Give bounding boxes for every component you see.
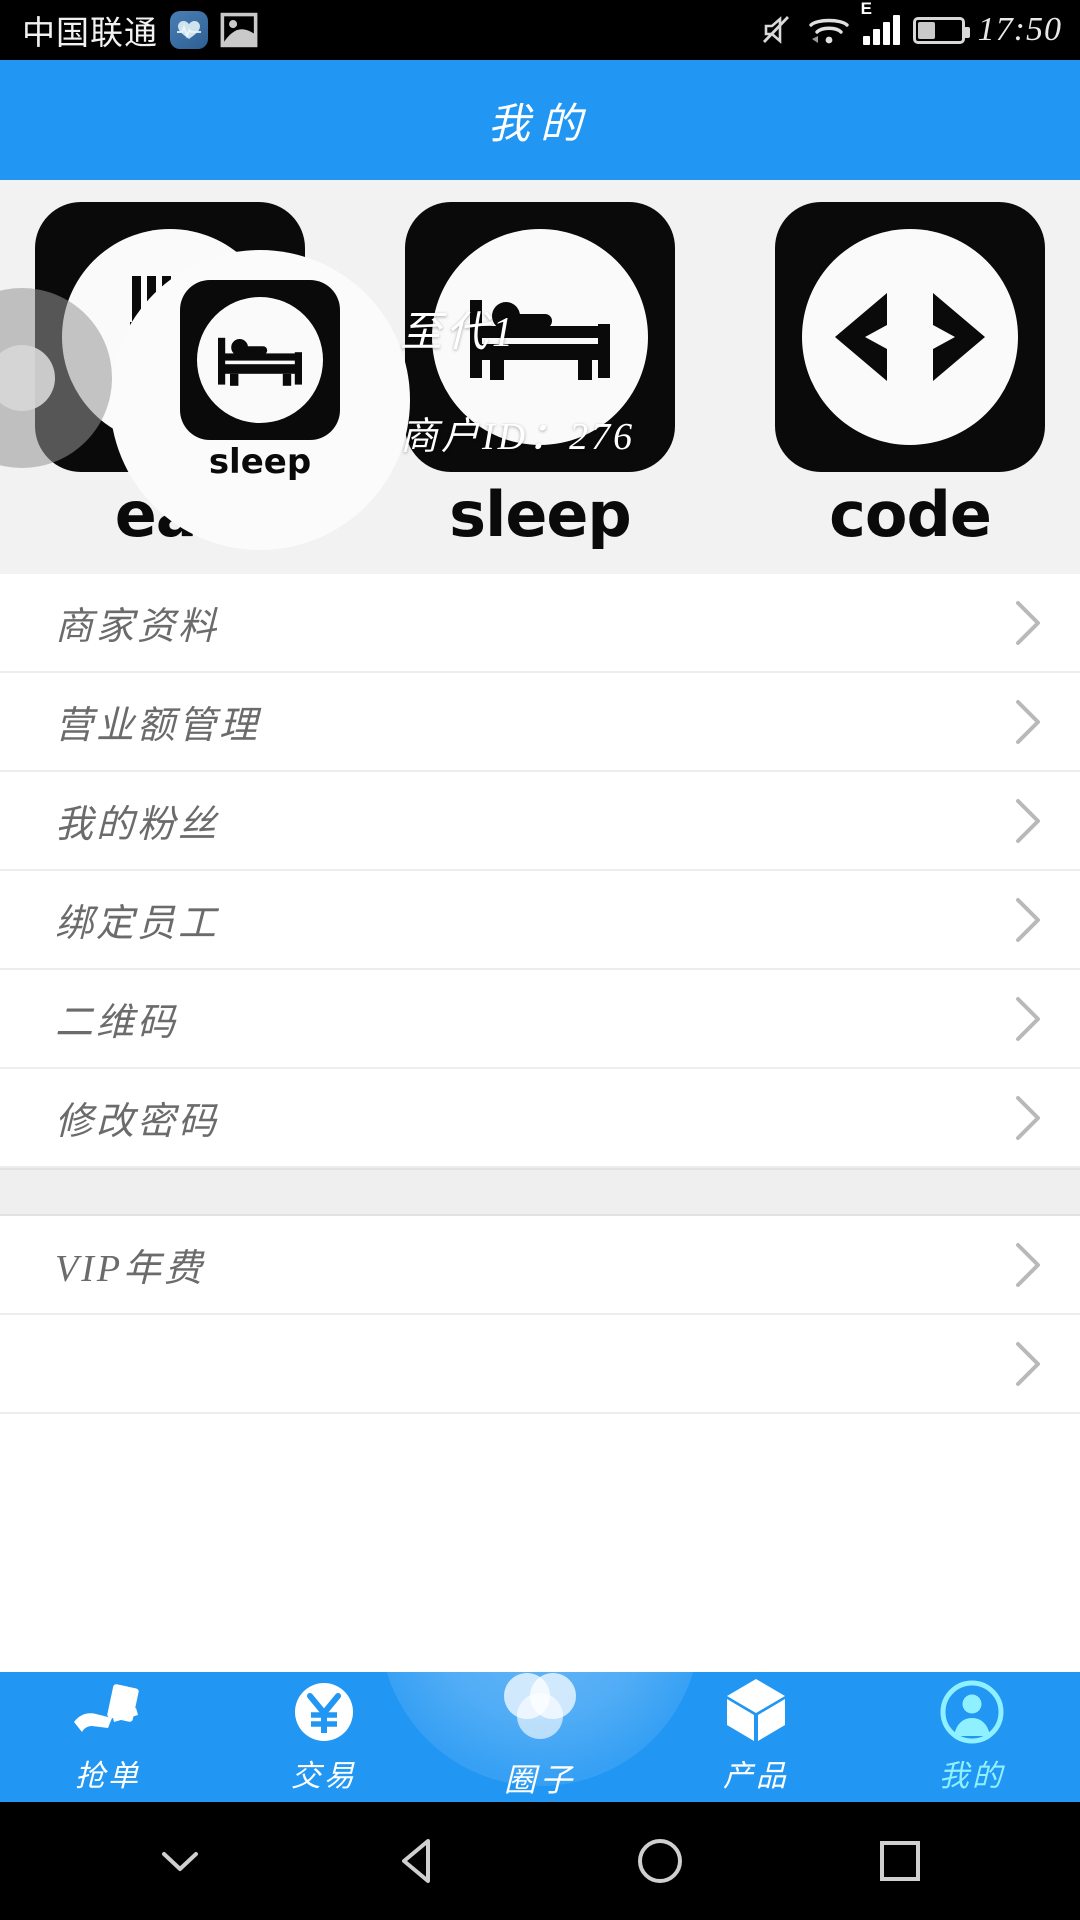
bottom-tab-bar: 抢单 交易 圈子 产品 我的 [0, 1466, 1080, 1802]
list-item-label: 商家资料 [55, 606, 220, 648]
tab-label: 圈子 [503, 1761, 576, 1798]
tab-qiangdan[interactable]: 抢单 [0, 1672, 216, 1802]
mute-icon [761, 14, 795, 46]
wifi-icon [808, 14, 850, 46]
tab-label: 产品 [723, 1760, 789, 1793]
chevron-down-icon[interactable] [145, 1826, 215, 1896]
list-item-merchant-info[interactable]: 商家资料 [0, 574, 1080, 673]
hand-order-icon [70, 1679, 146, 1745]
list-item-label: 我的粉丝 [55, 804, 220, 846]
tab-label: 我的 [939, 1760, 1005, 1793]
chevron-right-icon [1016, 600, 1040, 645]
status-bar: 中国联通 E 17:50 [0, 0, 1080, 60]
chevron-right-icon [1016, 1095, 1040, 1140]
battery-icon [912, 16, 970, 44]
list-item-change-password[interactable]: 修改密码 [0, 1069, 1080, 1168]
merchant-name: 至代1 [400, 310, 518, 356]
profile-banner[interactable]: eat sleep [0, 180, 1080, 574]
chevron-right-icon [1016, 699, 1040, 744]
carrier-label: 中国联通 [22, 16, 158, 52]
list-item-partial[interactable] [0, 1315, 1080, 1414]
chevron-right-icon [1016, 1242, 1040, 1287]
code-brackets-icon [835, 293, 985, 381]
profile-info: 至代1 商户ID：276 [400, 298, 635, 460]
circles-icon [497, 1670, 583, 1747]
banner-tile-code: code [760, 202, 1060, 551]
list-item-label: 二维码 [55, 1002, 179, 1044]
menu-list-group-2: VIP年费 [0, 1216, 1080, 1414]
list-item-vip-annual-fee[interactable]: VIP年费 [0, 1216, 1080, 1315]
list-item-label: 修改密码 [55, 1101, 220, 1143]
menu-list-group-1: 商家资料 营业额管理 我的粉丝 绑定员工 二维码 修改密码 [0, 574, 1080, 1168]
yuan-icon [293, 1679, 355, 1745]
chevron-right-icon [1016, 996, 1040, 1041]
tab-label: 抢单 [75, 1760, 141, 1793]
list-item-label: 营业额管理 [55, 705, 261, 747]
chevron-right-icon [1016, 798, 1040, 843]
list-item-revenue-management[interactable]: 营业额管理 [0, 673, 1080, 772]
app-header: 我的 [0, 60, 1080, 180]
banner-tile-label: sleep [449, 478, 632, 551]
tab-mine[interactable]: 我的 [864, 1672, 1080, 1802]
back-icon[interactable] [385, 1826, 455, 1896]
cube-icon [723, 1679, 789, 1745]
gallery-icon [220, 12, 258, 48]
chevron-right-icon [1016, 1341, 1040, 1386]
health-icon [170, 11, 208, 49]
banner-badge-label: sleep [208, 442, 312, 482]
status-bar-right: E 17:50 [761, 0, 1062, 49]
tab-circle[interactable]: 圈子 [380, 1466, 700, 1802]
signal-icon: E [861, 0, 900, 45]
banner-sleep-badge: sleep [160, 280, 360, 482]
tab-transaction[interactable]: 交易 [216, 1672, 432, 1802]
clock-label: 17:50 [977, 11, 1062, 48]
list-item-bind-employee[interactable]: 绑定员工 [0, 871, 1080, 970]
person-icon [939, 1679, 1005, 1745]
home-icon[interactable] [625, 1826, 695, 1896]
android-nav-bar [0, 1802, 1080, 1920]
chevron-right-icon [1016, 897, 1040, 942]
list-item-label: VIP年费 [55, 1248, 206, 1290]
list-item-my-fans[interactable]: 我的粉丝 [0, 772, 1080, 871]
page-title: 我的 [487, 101, 592, 148]
list-item-label: 绑定员工 [55, 903, 220, 945]
status-bar-left: 中国联通 [22, 6, 258, 54]
recents-icon[interactable] [865, 1826, 935, 1896]
tab-label: 交易 [291, 1760, 357, 1793]
tab-product[interactable]: 产品 [648, 1672, 864, 1802]
banner-tile-label: code [829, 478, 992, 551]
section-divider [0, 1168, 1080, 1216]
list-item-qr-code[interactable]: 二维码 [0, 970, 1080, 1069]
bed-icon-small [218, 337, 302, 386]
merchant-id: 商户ID：276 [400, 416, 636, 458]
